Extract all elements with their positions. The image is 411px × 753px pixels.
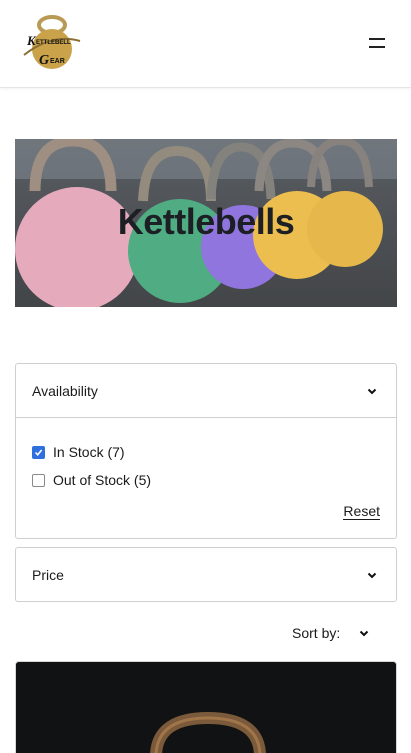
collection-hero-banner: Kettlebells bbox=[15, 139, 397, 307]
availability-filter-label: Availability bbox=[32, 382, 98, 399]
site-header: K ETTLEBELL G EAR bbox=[0, 0, 411, 88]
svg-text:G: G bbox=[39, 53, 49, 68]
out-of-stock-option[interactable]: Out of Stock (5) bbox=[32, 466, 380, 494]
in-stock-checkbox[interactable] bbox=[32, 445, 45, 459]
availability-filter: Availability In Stock (7) Out of Stock (… bbox=[15, 363, 397, 539]
price-filter-toggle[interactable]: Price bbox=[16, 548, 396, 601]
out-of-stock-label: Out of Stock (5) bbox=[53, 472, 152, 488]
chevron-down-icon bbox=[367, 572, 377, 578]
price-filter-label: Price bbox=[32, 566, 64, 583]
sort-by-label: Sort by: bbox=[292, 625, 341, 641]
product-card[interactable] bbox=[15, 661, 397, 753]
hamburger-icon bbox=[369, 38, 385, 40]
hamburger-icon-line bbox=[369, 46, 385, 48]
menu-button[interactable] bbox=[364, 32, 390, 54]
checkmark-icon bbox=[34, 448, 43, 456]
in-stock-option[interactable]: In Stock (7) bbox=[32, 438, 380, 466]
product-image bbox=[16, 662, 396, 753]
svg-text:ETTLEBELL: ETTLEBELL bbox=[36, 40, 71, 46]
svg-text:EAR: EAR bbox=[50, 58, 65, 65]
brand-logo[interactable]: K ETTLEBELL G EAR bbox=[22, 15, 82, 71]
reset-filter-link[interactable]: Reset bbox=[343, 503, 380, 520]
kettlebell-logo-icon: K ETTLEBELL G EAR bbox=[23, 15, 81, 69]
sort-by-dropdown[interactable]: Sort by: bbox=[292, 624, 392, 642]
availability-options: In Stock (7) Out of Stock (5) Reset bbox=[16, 417, 396, 538]
price-filter: Price bbox=[15, 547, 397, 602]
in-stock-label: In Stock (7) bbox=[53, 444, 125, 460]
chevron-down-icon bbox=[367, 388, 377, 394]
page-title: Kettlebells bbox=[117, 201, 295, 242]
chevron-down-icon bbox=[360, 630, 369, 637]
availability-filter-toggle[interactable]: Availability bbox=[16, 364, 396, 417]
out-of-stock-checkbox[interactable] bbox=[32, 473, 45, 487]
